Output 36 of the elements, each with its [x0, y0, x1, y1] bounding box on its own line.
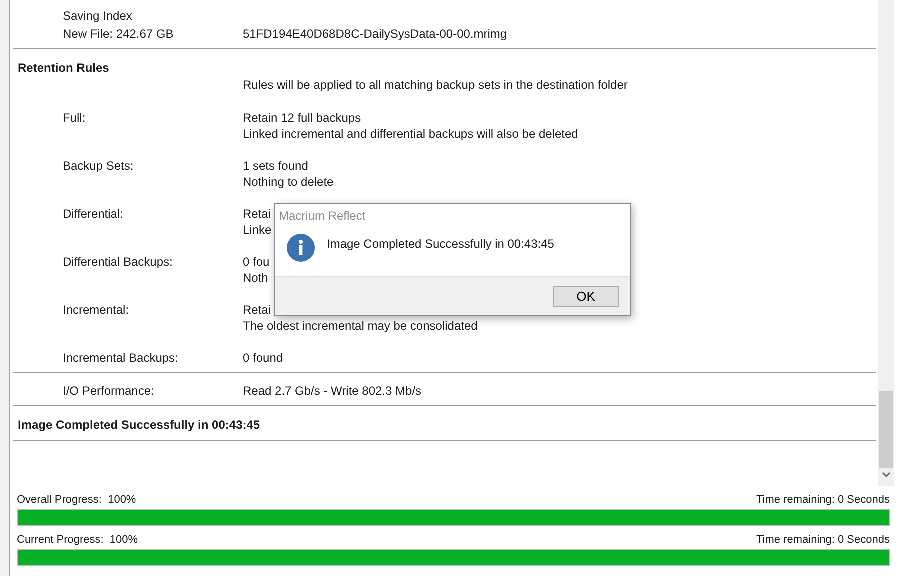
log-value: Linked incremental and differential backups will also be deleted — [243, 126, 578, 142]
log-label: Incremental Backups: — [62, 350, 180, 366]
dialog-title: Macrium Reflect — [278, 208, 367, 225]
progress-label: Current Progress: 100% — [17, 534, 138, 546]
log-label: Saving Index — [62, 8, 134, 24]
scroll-thumb[interactable] — [879, 391, 893, 468]
log-value: The oldest incremental may be consolidated — [243, 318, 478, 334]
log-value: Retai — [243, 302, 272, 318]
log-label: New File: 242.67 GB — [62, 26, 175, 42]
log-label: Differential Backups: — [62, 254, 174, 271]
scrollbar[interactable] — [878, 0, 894, 486]
section-heading: Image Completed Successfully in 00:43:45 — [17, 417, 262, 434]
section-heading: Retention Rules — [17, 60, 110, 77]
progress-label: Overall Progress: 100% — [17, 494, 136, 506]
dialog-message: Image Completed Successfully in 00:43:45 — [327, 237, 554, 251]
time-remaining: Time remaining: 0 Seconds — [756, 494, 890, 506]
info-icon — [287, 234, 315, 262]
log-value: Retai — [243, 206, 272, 222]
time-remaining: Time remaining: 0 Seconds — [756, 534, 890, 546]
ok-button[interactable]: OK — [553, 286, 619, 306]
log-label: Incremental: — [62, 302, 130, 319]
log-value: Read 2.7 Gb/s - Write 802.3 Mb/s — [243, 383, 422, 399]
log-label: I/O Performance: — [62, 383, 156, 399]
log-value: Nothing to delete — [243, 174, 334, 190]
log-value: Noth — [243, 270, 270, 286]
log-label: Differential: — [62, 206, 124, 223]
log-value: Linke — [243, 222, 272, 238]
log-label: Full: — [62, 110, 87, 127]
log-note: Rules will be applied to all matching backup sets in the destination folder — [243, 78, 628, 92]
scroll-down-icon[interactable] — [882, 472, 891, 478]
log-value: 1 sets found — [243, 158, 310, 174]
log-value: 51FD194E40D68D8C-DailySysData-00-00.mrimg — [243, 26, 508, 42]
log-value: 0 fou — [243, 254, 270, 270]
log-value: 0 found — [243, 350, 284, 366]
log-label: Backup Sets: — [62, 158, 135, 175]
log-value: Retain 12 full backups — [243, 110, 362, 126]
